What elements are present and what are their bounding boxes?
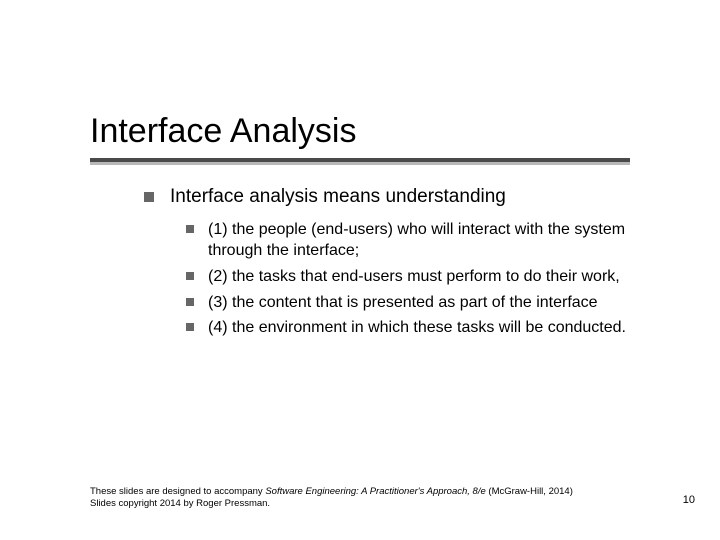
list-item: (2) the tasks that end-users must perfor… bbox=[186, 266, 654, 288]
list-item: Interface analysis means understanding bbox=[144, 185, 654, 209]
slide-title: Interface Analysis bbox=[90, 112, 356, 151]
list-item-text: Interface analysis means understanding bbox=[170, 185, 654, 209]
square-bullet-icon bbox=[186, 298, 194, 306]
square-bullet-icon bbox=[186, 272, 194, 280]
list-item: (1) the people (end-users) who will inte… bbox=[186, 219, 654, 262]
square-bullet-icon bbox=[186, 225, 194, 233]
slide: { "title": "Interface Analysis", "main_i… bbox=[0, 0, 720, 540]
footer-attribution: These slides are designed to accompany S… bbox=[90, 486, 600, 510]
title-underline-light bbox=[90, 162, 630, 165]
list-item: (4) the environment in which these tasks… bbox=[186, 317, 654, 339]
slide-body: Interface analysis means understanding (… bbox=[144, 185, 654, 343]
sub-list: (1) the people (end-users) who will inte… bbox=[186, 219, 654, 339]
list-item-text: (4) the environment in which these tasks… bbox=[208, 317, 654, 339]
square-bullet-icon bbox=[144, 192, 154, 202]
list-item-text: (3) the content that is presented as par… bbox=[208, 292, 654, 314]
list-item: (3) the content that is presented as par… bbox=[186, 292, 654, 314]
list-item-text: (2) the tasks that end-users must perfor… bbox=[208, 266, 654, 288]
page-number: 10 bbox=[683, 494, 695, 506]
square-bullet-icon bbox=[186, 323, 194, 331]
list-item-text: (1) the people (end-users) who will inte… bbox=[208, 219, 654, 262]
footer-lead: These slides are designed to accompany bbox=[90, 486, 265, 497]
footer-source-title: Software Engineering: A Practitioner's A… bbox=[265, 486, 485, 497]
